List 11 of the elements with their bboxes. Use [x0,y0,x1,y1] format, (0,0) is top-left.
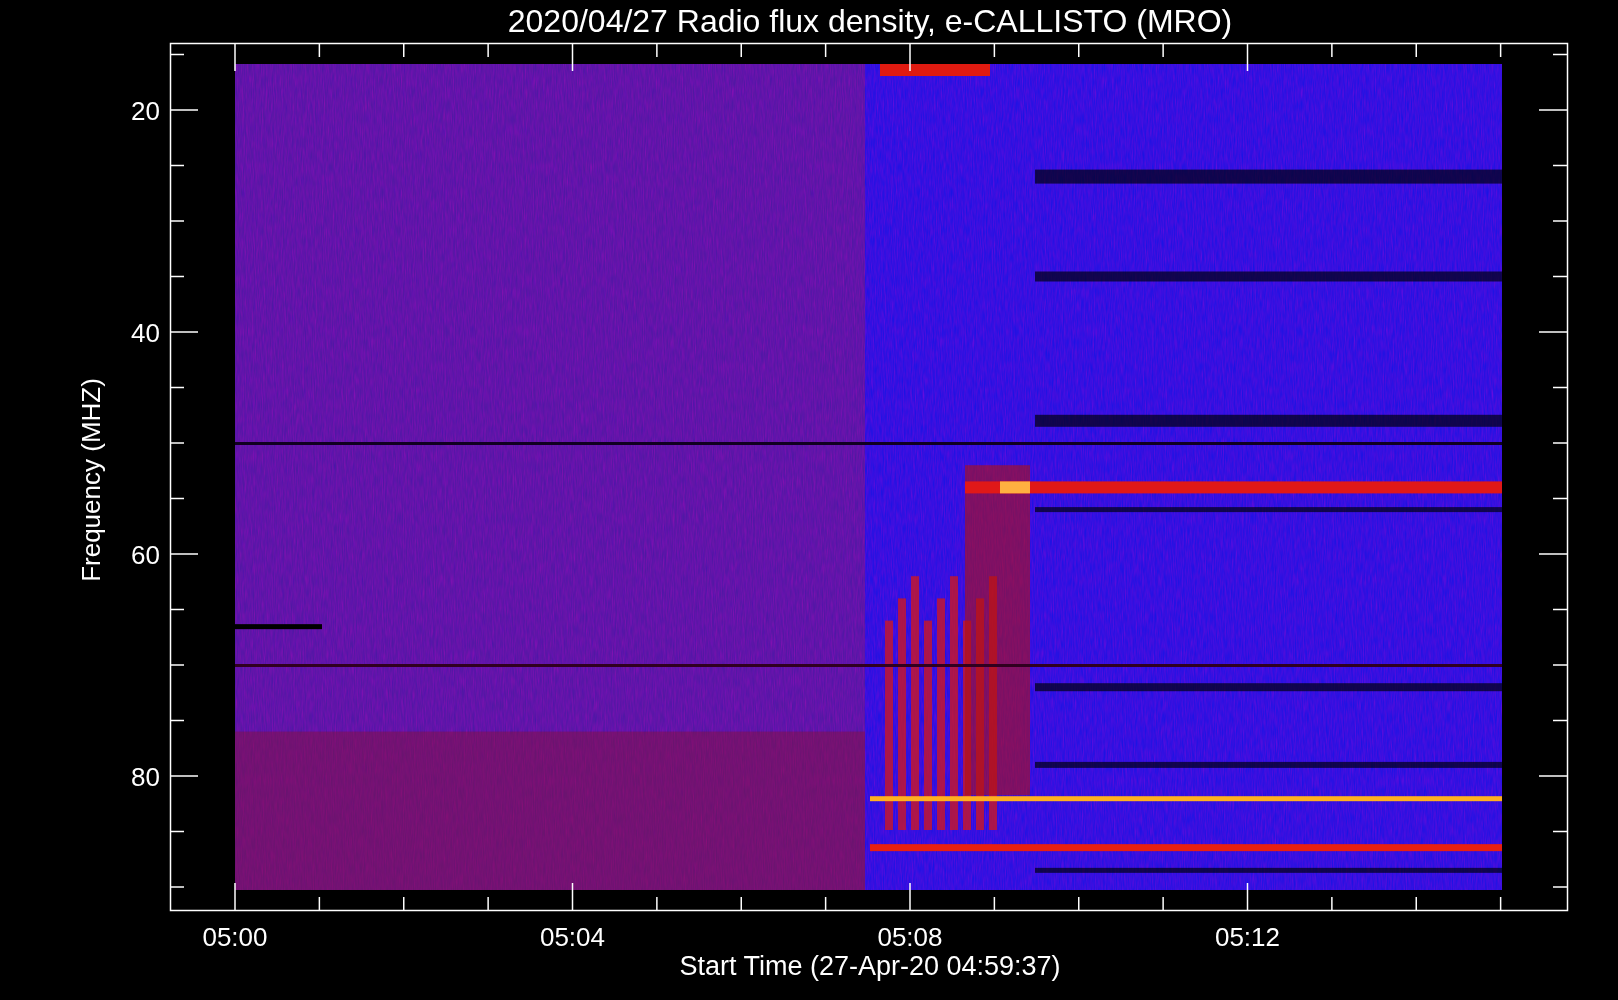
x-tick-label: 05:12 [1214,922,1281,952]
x-tick-label: 05:08 [877,922,943,952]
x-tick-label: 05:00 [202,922,268,952]
x-tick-label: 05:04 [539,922,606,952]
y-tick-label: 20 [131,96,160,126]
y-tick-label: 80 [131,762,160,792]
x-axis-label: Start Time (27-Apr-20 04:59:37) [679,951,1061,981]
y-axis-label: Frequency (MHZ) [76,378,106,582]
y-tick-label: 40 [131,318,160,348]
chart-title: 2020/04/27 Radio flux density, e-CALLISTO (MRO) [507,3,1233,39]
y-tick-label: 60 [131,540,160,570]
